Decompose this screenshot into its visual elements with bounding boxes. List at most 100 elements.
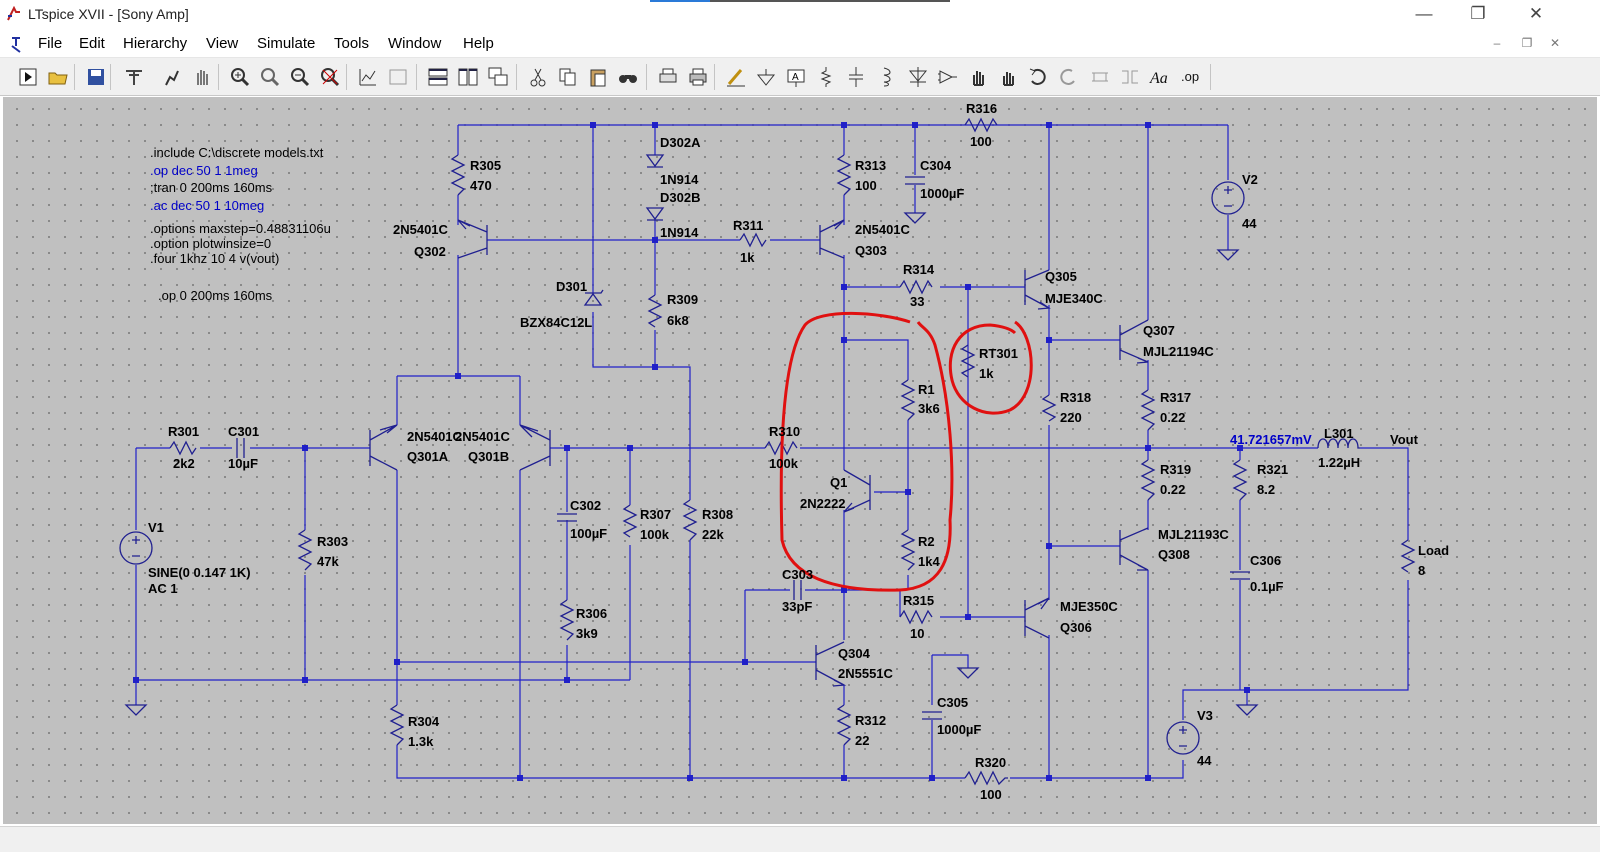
label-Q305: Q305 bbox=[1045, 269, 1077, 284]
move-icon[interactable] bbox=[966, 65, 990, 89]
toolbar-separator bbox=[714, 64, 715, 90]
run-icon[interactable] bbox=[16, 65, 40, 89]
toolbar-separator bbox=[1210, 64, 1211, 90]
mirror-icon[interactable] bbox=[1118, 65, 1142, 89]
value-R312: 22 bbox=[855, 733, 869, 748]
value-R306: 3k9 bbox=[576, 626, 598, 641]
resistor-icon[interactable] bbox=[814, 65, 838, 89]
diode-D302A bbox=[645, 154, 665, 168]
paste-icon[interactable] bbox=[586, 65, 610, 89]
pan-icon[interactable] bbox=[190, 65, 214, 89]
resistor-R307 bbox=[622, 504, 638, 538]
menu-file[interactable]: File bbox=[38, 35, 62, 52]
label-D302A: D302A bbox=[660, 135, 701, 150]
label-net-icon[interactable]: A bbox=[784, 65, 808, 89]
zoom-in-icon[interactable] bbox=[228, 65, 252, 89]
value-R301: 2k2 bbox=[173, 456, 195, 471]
capacitor-C301 bbox=[236, 438, 245, 458]
label-R301: R301 bbox=[168, 424, 199, 439]
label-D302B: D302B bbox=[660, 190, 700, 205]
menu-bar: File Edit Hierarchy View Simulate Tools … bbox=[0, 30, 1600, 58]
tile-vertical-icon[interactable] bbox=[456, 65, 480, 89]
transistor-Q301A bbox=[369, 424, 398, 471]
undo-icon[interactable] bbox=[1026, 65, 1050, 89]
directive-four: .four 1khz 10 4 v(vout) bbox=[150, 251, 279, 266]
label-R1: R1 bbox=[918, 382, 935, 397]
zoom-out-icon[interactable] bbox=[288, 65, 312, 89]
title-bar: LTspice XVII - [Sony Amp] — ❐ ✕ bbox=[0, 0, 1600, 30]
redo-icon[interactable] bbox=[1056, 65, 1080, 89]
schematic-doc-icon[interactable] bbox=[8, 34, 28, 54]
ground-icon[interactable] bbox=[754, 65, 778, 89]
schematic-canvas[interactable]: .include C:\discrete models.txt .op dec … bbox=[3, 97, 1597, 824]
save-icon[interactable] bbox=[84, 65, 108, 89]
label-R309: R309 bbox=[667, 292, 698, 307]
copy-icon[interactable] bbox=[556, 65, 580, 89]
label-R310: R310 bbox=[769, 424, 800, 439]
label-V1: V1 bbox=[148, 520, 164, 535]
menu-hierarchy[interactable]: Hierarchy bbox=[123, 35, 187, 52]
label-R308: R308 bbox=[702, 507, 733, 522]
find-icon[interactable] bbox=[616, 65, 640, 89]
tile-horizontal-icon[interactable] bbox=[426, 65, 450, 89]
label-R315: R315 bbox=[903, 593, 934, 608]
transistor-Q306 bbox=[1024, 597, 1050, 639]
mdi-restore-icon[interactable]: ❐ bbox=[1518, 36, 1536, 50]
control-panel-icon[interactable] bbox=[122, 65, 146, 89]
menu-simulate[interactable]: Simulate bbox=[257, 35, 315, 52]
resistor-R321 bbox=[1232, 459, 1248, 501]
minimize-icon[interactable]: — bbox=[1412, 4, 1436, 26]
zoom-area-icon[interactable] bbox=[258, 65, 282, 89]
inductor-icon[interactable] bbox=[874, 65, 898, 89]
draw-wire-icon[interactable] bbox=[724, 65, 748, 89]
label-R311: R311 bbox=[733, 218, 763, 233]
resistor-R317 bbox=[1140, 389, 1156, 431]
label-Q301A: Q301A bbox=[407, 449, 449, 464]
label-Load: Load bbox=[1418, 543, 1449, 558]
zoom-fit-icon[interactable] bbox=[318, 65, 342, 89]
drag-icon[interactable] bbox=[996, 65, 1020, 89]
cut-icon[interactable] bbox=[526, 65, 550, 89]
label-C305: C305 bbox=[937, 695, 968, 710]
spice-directive-icon[interactable]: .op bbox=[1178, 65, 1202, 89]
value-R1: 3k6 bbox=[918, 401, 940, 416]
restore-icon[interactable]: ❐ bbox=[1466, 4, 1490, 26]
svg-text:.op: .op bbox=[1181, 69, 1199, 84]
view-icon[interactable] bbox=[386, 65, 410, 89]
mdi-minimize-icon[interactable]: – bbox=[1488, 36, 1506, 50]
value-C304: 1000µF bbox=[920, 186, 964, 201]
directive-tran: ;tran 0 200ms 160ms bbox=[150, 180, 273, 195]
menu-view[interactable]: View bbox=[206, 35, 238, 52]
component-icon[interactable] bbox=[936, 65, 960, 89]
resistor-R309 bbox=[647, 294, 663, 328]
toolbar-separator bbox=[346, 64, 347, 90]
value-R305: 470 bbox=[470, 178, 492, 193]
toolbar-separator bbox=[646, 64, 647, 90]
menu-help[interactable]: Help bbox=[463, 35, 494, 52]
autorange-icon[interactable] bbox=[356, 65, 380, 89]
print-preview-icon[interactable] bbox=[656, 65, 680, 89]
label-Q304: Q304 bbox=[838, 646, 871, 661]
label-R320: R320 bbox=[975, 755, 1006, 770]
label-Q302: Q302 bbox=[414, 244, 446, 259]
rotate-icon[interactable] bbox=[1088, 65, 1112, 89]
menu-edit[interactable]: Edit bbox=[79, 35, 105, 52]
directive-ac: .ac dec 50 1 10meg bbox=[150, 198, 264, 213]
capacitor-icon[interactable] bbox=[844, 65, 868, 89]
print-icon[interactable] bbox=[686, 65, 710, 89]
mdi-close-icon[interactable]: ✕ bbox=[1546, 36, 1564, 50]
cascade-icon[interactable] bbox=[486, 65, 510, 89]
value-R311: 1k bbox=[740, 250, 755, 265]
menu-tools[interactable]: Tools bbox=[334, 35, 369, 52]
ltspice-app-icon bbox=[7, 6, 20, 21]
zener-D301 bbox=[583, 289, 604, 306]
menu-window[interactable]: Window bbox=[388, 35, 441, 52]
directive-option-plot: .option plotwinsize=0 bbox=[150, 236, 271, 251]
halt-icon[interactable] bbox=[160, 65, 184, 89]
capacitor-C306 bbox=[1230, 571, 1250, 580]
text-icon[interactable]: Aa bbox=[1148, 65, 1172, 89]
type-Q301B: 2N5401C bbox=[455, 429, 511, 444]
open-icon[interactable] bbox=[46, 65, 70, 89]
close-icon[interactable]: ✕ bbox=[1524, 4, 1548, 26]
diode-icon[interactable] bbox=[906, 65, 930, 89]
